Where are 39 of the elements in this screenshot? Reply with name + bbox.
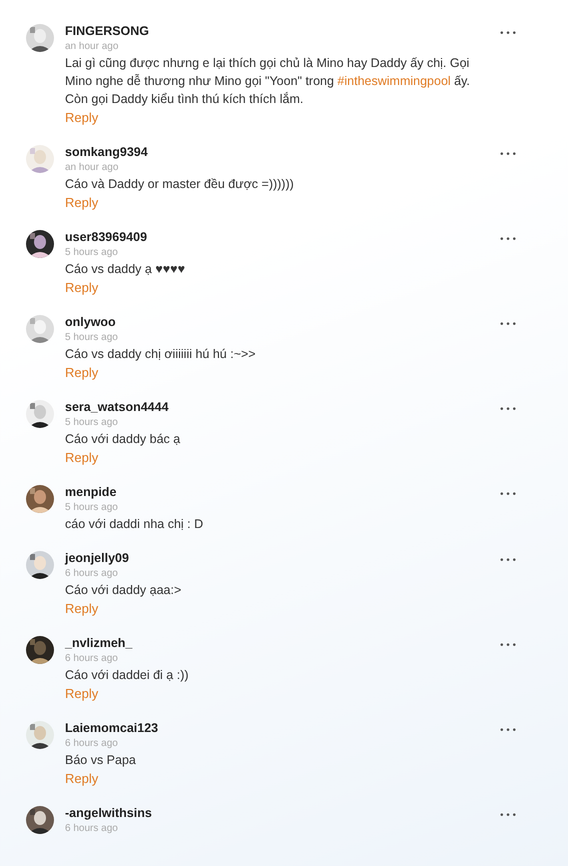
timestamp: 5 hours ago — [65, 501, 119, 515]
more-options-button[interactable]: ••• — [499, 555, 518, 567]
username[interactable]: FINGERSONG — [65, 22, 488, 40]
comment-text: Cáo với daddy ạaa:> — [65, 582, 182, 599]
more-options-button[interactable]: ••• — [499, 640, 518, 652]
timestamp: 5 hours ago — [65, 246, 119, 260]
more-options-button[interactable]: ••• — [499, 810, 518, 822]
timestamp: 6 hours ago — [65, 737, 119, 751]
username[interactable]: menpide — [65, 483, 488, 501]
timestamp: an hour ago — [65, 40, 120, 54]
username[interactable]: -angelwithsins — [65, 804, 488, 822]
comment-text: Cáo với daddei đi ạ :)) — [65, 667, 190, 684]
username[interactable]: somkang9394 — [65, 143, 488, 161]
comment-text: Lai gì cũng được nhưng e lại thích gọi chủ là Mino hay Daddy ấy chị. Gọi Mino nghe dễ thương như Mino gọi "Yoon" trong #intheswimmingpool ấy. Còn gọi Daddy kiểu tình thú kích thích lắm. — [65, 55, 471, 108]
comment-text: Báo vs Papa — [65, 752, 137, 769]
comment-text: Cáo với daddy bác ạ — [65, 431, 182, 448]
comment-text: Cáo vs daddy ạ ♥♥♥♥ — [65, 261, 186, 278]
timestamp: 6 hours ago — [65, 822, 119, 836]
username[interactable]: _nvlizmeh_ — [65, 634, 488, 652]
more-options-button[interactable]: ••• — [499, 234, 518, 246]
timestamp: 5 hours ago — [65, 416, 119, 430]
more-options-button[interactable]: ••• — [499, 149, 518, 161]
timestamp: an hour ago — [65, 161, 120, 175]
comment-text: cáo với daddi nha chị : D — [65, 516, 204, 533]
username[interactable]: user83969409 — [65, 228, 488, 246]
timestamp: 6 hours ago — [65, 567, 119, 581]
comment-text: Cáo vs daddy chị ơiiiiiii hú hú :~>> — [65, 346, 257, 363]
more-options-button[interactable]: ••• — [499, 404, 518, 416]
comment-text: Cáo và Daddy or master đều được =)))))) — [65, 176, 295, 193]
username[interactable]: Laiemomcai123 — [65, 719, 488, 737]
more-options-button[interactable]: ••• — [499, 319, 518, 331]
username[interactable]: sera_watson4444 — [65, 398, 488, 416]
username[interactable]: jeonjelly09 — [65, 549, 488, 567]
timestamp: 6 hours ago — [65, 652, 119, 666]
username[interactable]: onlywoo — [65, 313, 488, 331]
more-options-button[interactable]: ••• — [499, 725, 518, 737]
timestamp: 5 hours ago — [65, 331, 119, 345]
more-options-button[interactable]: ••• — [499, 489, 518, 501]
more-options-button[interactable]: ••• — [499, 28, 518, 40]
